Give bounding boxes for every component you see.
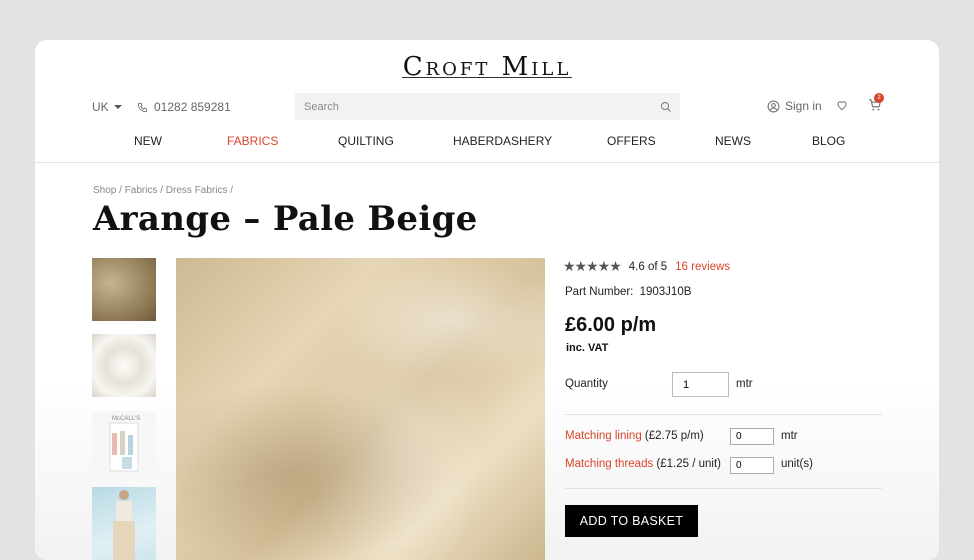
logo-underline	[402, 77, 572, 78]
quantity-unit: mtr	[736, 378, 753, 390]
product-price: £6.00 p/m	[565, 314, 657, 336]
add-to-basket-button[interactable]: ADD TO BASKET	[565, 505, 698, 537]
main-product-image[interactable]	[176, 258, 545, 560]
star-rating-icon: ★★★★★	[563, 258, 622, 274]
divider	[565, 414, 882, 415]
signin-label: Sign in	[785, 99, 822, 113]
heart-icon[interactable]	[836, 99, 848, 111]
part-number-label: Part Number:	[565, 286, 634, 298]
nav-item-news[interactable]: NEWS	[715, 134, 751, 148]
locale-label: UK	[92, 100, 109, 114]
divider	[565, 488, 882, 489]
threads-unit: unit(s)	[781, 458, 813, 470]
chevron-down-icon	[113, 105, 122, 109]
product-thumbnail-2[interactable]	[92, 334, 156, 397]
rating-text: 4.6 of 5	[628, 260, 668, 273]
breadcrumb[interactable]: Shop / Fabrics / Dress Fabrics /	[93, 185, 233, 196]
lining-unit: mtr	[781, 430, 798, 442]
search-input[interactable]	[304, 100, 624, 113]
signin-link[interactable]: Sign in	[767, 99, 822, 113]
page-card: Croft Mill UK 01282 859281 Sign in 2 NEW…	[35, 40, 939, 560]
nav-item-fabrics[interactable]: FABRICS	[227, 134, 278, 148]
nav-item-blog[interactable]: BLOG	[812, 134, 845, 148]
phone-link[interactable]: 01282 859281	[137, 100, 231, 114]
lining-quantity-input[interactable]	[730, 428, 774, 445]
product-thumbnail-1[interactable]	[92, 258, 156, 321]
pattern-envelope-image: McCALL'S	[109, 416, 140, 472]
search-icon[interactable]	[660, 101, 672, 113]
part-number: Part Number: 1903J10B	[565, 286, 691, 298]
product-thumbnail-model[interactable]	[92, 487, 156, 560]
nav-item-haberdashery[interactable]: HABERDASHERY	[453, 134, 552, 148]
pattern-brand-text: McCALL'S	[112, 416, 140, 422]
quantity-input[interactable]	[672, 372, 729, 397]
matching-threads-link[interactable]: Matching threads	[565, 458, 653, 470]
product-rating: ★★★★★ 4.6 of 5 16 reviews	[563, 258, 730, 275]
threads-option: Matching threads (£1.25 / unit)	[565, 458, 721, 470]
main-nav: NEW FABRICS QUILTING HABERDASHERY OFFERS…	[35, 129, 939, 163]
lining-option: Matching lining (£2.75 p/m)	[565, 430, 704, 442]
quantity-label: Quantity	[565, 378, 608, 390]
cart-count-badge: 2	[874, 93, 884, 103]
product-thumbnail-pattern[interactable]: McCALL'S	[92, 411, 156, 474]
nav-item-new[interactable]: NEW	[134, 134, 162, 148]
threads-price: (£1.25 / unit)	[656, 458, 721, 470]
nav-item-offers[interactable]: OFFERS	[607, 134, 656, 148]
lining-price: (£2.75 p/m)	[644, 430, 704, 442]
phone-icon	[137, 102, 148, 112]
model-image	[113, 490, 135, 560]
phone-number: 01282 859281	[154, 100, 231, 114]
user-icon	[767, 100, 780, 112]
locale-selector[interactable]: UK	[92, 100, 122, 114]
threads-quantity-input[interactable]	[730, 457, 774, 474]
part-number-value: 1903J10B	[639, 286, 692, 298]
search-bar[interactable]	[295, 93, 680, 120]
matching-lining-link[interactable]: Matching lining	[565, 430, 642, 442]
reviews-link[interactable]: 16 reviews	[675, 261, 730, 273]
product-title: Arange – Pale Beige	[93, 199, 478, 239]
vat-note: inc. VAT	[566, 342, 609, 354]
nav-item-quilting[interactable]: QUILTING	[338, 134, 394, 148]
